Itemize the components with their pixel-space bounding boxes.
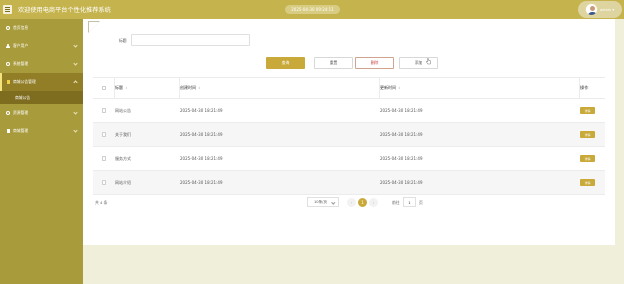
cell-title: 关于我们	[115, 131, 131, 137]
gear-icon	[6, 62, 10, 66]
page-corner-decoration	[88, 21, 100, 33]
column-header-updated[interactable]: 更新时间 ⇕	[380, 85, 580, 91]
cell-created: 2025-04-30 18:21:49	[180, 156, 223, 161]
row-checkbox[interactable]	[101, 108, 107, 113]
reset-button[interactable]: 重置	[314, 57, 353, 69]
chevron-down-icon	[73, 110, 78, 115]
content-panel: 标题 查询 重置 删除 添加 标题 ⇕ 创建时间 ⇕ 更新时间 ⇕ 操作 网站公告	[83, 19, 615, 245]
chevron-down-icon	[73, 61, 78, 66]
sidebar-item-label: 系统管理	[13, 61, 29, 66]
detail-button[interactable]: 详情	[580, 155, 595, 162]
column-divider	[579, 78, 580, 99]
gear-icon	[6, 26, 10, 30]
column-divider	[114, 78, 115, 99]
select-all-checkbox[interactable]	[101, 85, 107, 91]
chevron-down-icon	[73, 43, 78, 48]
column-divider	[179, 78, 180, 99]
avatar[interactable]	[585, 3, 598, 16]
column-header-title[interactable]: 标题 ⇕	[115, 85, 180, 91]
cell-created: 2025-04-30 18:21:49	[180, 108, 223, 113]
prev-page-button[interactable]: ‹	[347, 198, 356, 207]
total-count: 共 4 条	[95, 200, 108, 205]
current-datetime: 2025-04-30 09:24:11	[285, 5, 340, 14]
detail-button[interactable]: 详情	[580, 107, 595, 114]
sidebar-subitem-notice[interactable]: 商城公告	[0, 91, 83, 104]
chevron-down-icon	[73, 128, 78, 133]
main-content: 标题 查询 重置 删除 添加 标题 ⇕ 创建时间 ⇕ 更新时间 ⇕ 操作 网站公告	[83, 19, 624, 284]
table-row: 服务方式 2025-04-30 18:21:49 2025-04-30 18:2…	[93, 147, 605, 171]
title-search-input[interactable]	[131, 34, 250, 46]
chevron-up-icon	[73, 80, 78, 85]
detail-button[interactable]: 详情	[580, 179, 595, 186]
username: admin ▾	[600, 7, 615, 12]
search-label: 标题	[119, 38, 127, 43]
row-checkbox[interactable]	[101, 132, 107, 137]
sort-icon[interactable]: ⇕	[125, 86, 128, 90]
gear-icon	[6, 111, 10, 115]
column-divider	[379, 78, 380, 99]
sidebar: 首页信息 客户用户 系统管理 商城公告管理 商城公告 资源管理 商城管理	[0, 19, 83, 284]
sidebar-item-customers[interactable]: 客户用户	[0, 37, 83, 55]
app-title: 欢迎使用电商平台个性化推荐系统	[18, 7, 111, 14]
cell-created: 2025-04-30 18:21:49	[180, 180, 223, 185]
menu-toggle-icon[interactable]	[3, 5, 12, 14]
person-icon	[6, 44, 10, 48]
sidebar-item-notice-management[interactable]: 商城公告管理	[0, 73, 83, 91]
notice-table: 标题 ⇕ 创建时间 ⇕ 更新时间 ⇕ 操作 网站公告 2025-04-30 18:21…	[93, 77, 605, 195]
cell-updated: 2025-04-30 18:21:49	[380, 132, 423, 137]
add-button[interactable]: 添加	[399, 57, 438, 69]
column-header-actions: 操作	[580, 85, 589, 90]
sidebar-item-home[interactable]: 首页信息	[0, 19, 83, 37]
sidebar-item-label: 商城公告管理	[13, 79, 36, 84]
chevron-down-icon	[330, 200, 335, 205]
goto-suffix: 页	[419, 200, 423, 205]
cell-title: 服务方式	[115, 155, 131, 161]
delete-button[interactable]: 删除	[355, 57, 394, 69]
sidebar-item-resources[interactable]: 资源管理	[0, 104, 83, 122]
search-button[interactable]: 查询	[266, 57, 305, 69]
cell-updated: 2025-04-30 18:21:49	[380, 108, 423, 113]
goto-label: 前往	[392, 200, 400, 205]
detail-button[interactable]: 详情	[580, 131, 595, 138]
top-header: 欢迎使用电商平台个性化推荐系统 2025-04-30 09:24:11 admi…	[0, 0, 624, 19]
active-indicator	[0, 73, 2, 91]
table-row: 网站介绍 2025-04-30 18:21:49 2025-04-30 18:2…	[93, 171, 605, 195]
page-number-current[interactable]: 1	[358, 198, 367, 207]
book-icon	[6, 80, 10, 84]
page-size-value: 10条/页	[314, 199, 327, 204]
sidebar-item-label: 首页信息	[13, 25, 29, 30]
cell-updated: 2025-04-30 18:21:49	[380, 180, 423, 185]
goto-page-input[interactable]: 1	[403, 197, 416, 207]
hand-cursor-icon	[426, 58, 431, 65]
cell-updated: 2025-04-30 18:21:49	[380, 156, 423, 161]
book-icon	[6, 129, 10, 133]
cell-title: 网站介绍	[115, 179, 131, 185]
table-row: 网站公告 2025-04-30 18:21:49 2025-04-30 18:2…	[93, 99, 605, 123]
column-header-created[interactable]: 创建时间 ⇕	[180, 85, 380, 91]
cell-title: 网站公告	[115, 107, 131, 113]
table-row: 关于我们 2025-04-30 18:21:49 2025-04-30 18:2…	[93, 123, 605, 147]
row-checkbox[interactable]	[101, 156, 107, 161]
row-checkbox[interactable]	[101, 180, 107, 185]
sort-icon[interactable]: ⇕	[398, 86, 401, 90]
sidebar-item-system[interactable]: 系统管理	[0, 55, 83, 73]
next-page-button[interactable]: ›	[369, 198, 378, 207]
sidebar-item-label: 客户用户	[13, 43, 29, 48]
user-menu[interactable]: admin ▾	[578, 1, 622, 18]
sidebar-item-mall[interactable]: 商城管理	[0, 122, 83, 140]
sidebar-item-label: 资源管理	[13, 110, 29, 115]
sort-icon[interactable]: ⇕	[198, 86, 201, 90]
page-size-select[interactable]: 10条/页	[307, 197, 339, 207]
table-header: 标题 ⇕ 创建时间 ⇕ 更新时间 ⇕ 操作	[93, 78, 605, 99]
sidebar-item-label: 商城管理	[13, 128, 29, 133]
cell-created: 2025-04-30 18:21:49	[180, 132, 223, 137]
